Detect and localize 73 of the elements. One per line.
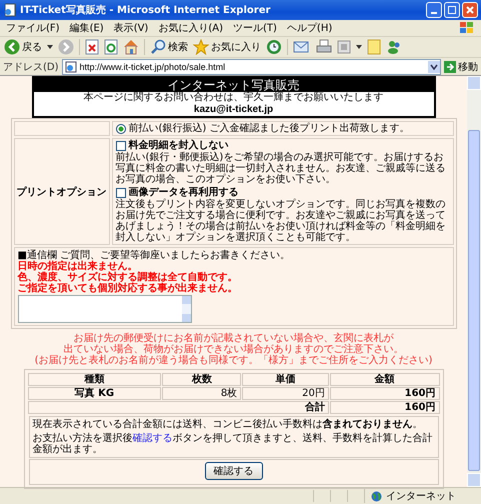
print-icon[interactable] — [316, 39, 332, 55]
table-cell: 20円 — [242, 387, 329, 400]
contact-text: 本ページに関するお問い合わせは、宇久一輝までお願いいたします — [82, 92, 384, 104]
page-title: インターネット写真販売 — [34, 78, 434, 92]
star-icon — [193, 39, 209, 55]
delivery-notice: (お届け先と表札のお名前が違う場合も同様です。「様方」までご住所をご入力ください) — [34, 355, 432, 366]
refresh-icon[interactable] — [104, 39, 118, 55]
go-button[interactable]: 移動 — [444, 60, 478, 74]
window-title: IT-Ticket写真販売 - Microsoft Internet Explorer — [20, 4, 270, 17]
menu-item[interactable]: ヘルプ(H) — [286, 21, 332, 35]
home-icon[interactable] — [123, 39, 139, 55]
checkbox[interactable] — [116, 188, 126, 198]
messenger-icon[interactable] — [386, 39, 402, 55]
warning-text: ご指定を頂いても個別対応する事が出来ません。 — [18, 283, 238, 294]
zone-label: インターネット — [386, 490, 456, 503]
checkbox[interactable] — [116, 141, 126, 151]
radio-button[interactable] — [116, 124, 126, 134]
address-label: アドレス(D) — [3, 60, 59, 74]
column-header: 枚数 — [162, 373, 242, 386]
maximize-icon — [448, 6, 456, 14]
search-button[interactable]: 検索 — [150, 39, 188, 55]
option-description: 前払い(銀行・郵便振込)をご希望の場合のみ選択可能です。お届けするお写真に料金の書いた明細は一切封入されません。お友達、ご親戚等に送るお写真の場合、このオプションをお使い下さい。 — [116, 152, 446, 185]
confirm-button[interactable]: 確認する — [204, 462, 262, 480]
option-description: 注文後もプリント内容を変更しないオプションです。同じお写真を複数のお届け先でご注文する場合に便利です。お友達やご親戚にお写真を送ってあげましょう！その場合は前払いをお使い頂ければ料金等の「料金明細を封入しない」オプションを選択頂くことも可能です。 — [116, 199, 446, 243]
summary-instruction: お支払い方法を選択後確認するボタンを押して頂きますと、送料、手数料を計算した合計金額が出ます。 — [32, 433, 434, 455]
table-cell: 写真 KG — [28, 387, 162, 400]
delivery-notice: お届け先の郵便受けにお名前が記載されていない場合や、玄関に表札が — [72, 333, 394, 344]
contact-email: kazu@it-ticket.jp — [192, 104, 274, 116]
go-arrow-icon — [444, 60, 456, 72]
page-scrollbar[interactable] — [467, 76, 481, 487]
maximize-button[interactable] — [444, 2, 460, 18]
menu-item[interactable]: 編集(E) — [70, 21, 104, 35]
column-header: 種類 — [28, 373, 162, 386]
history-icon[interactable] — [266, 39, 282, 55]
option-label: プリントオプション — [16, 185, 106, 198]
column-header: 単価 — [242, 373, 329, 386]
dropdown-arrow-icon[interactable] — [47, 45, 53, 49]
minimize-button[interactable] — [426, 2, 442, 18]
menu-item[interactable]: ファイル(F) — [6, 21, 60, 35]
back-button[interactable]: 戻る — [4, 39, 42, 55]
menu-item[interactable]: 表示(V) — [114, 21, 148, 35]
page-icon — [64, 60, 77, 72]
menu-item[interactable]: ツール(T) — [233, 21, 277, 35]
warning-text: 日時の指定は出来ません。 — [18, 261, 138, 272]
total-amount: 160円 — [330, 401, 440, 414]
column-header: 金額 — [330, 373, 440, 386]
total-label: 合計 — [28, 401, 329, 414]
warning-text: 色、濃度、サイズに対する調整は全て自動です。 — [18, 272, 238, 283]
payment-note: ご入金確認ました後プリント出荷致します。 — [209, 123, 410, 134]
option-title: 画像データを再利用する — [128, 187, 238, 198]
table-cell: 8枚 — [162, 387, 242, 400]
message-prompt: ■通信欄 ご質問、ご要望等御座いましたらお書きください。 — [18, 250, 292, 261]
summary-note: 現在表示されている合計金額には送料、コンビニ後払い手数料は含まれておりません。 — [32, 419, 424, 430]
globe-icon — [371, 490, 382, 502]
message-textarea[interactable] — [18, 295, 192, 323]
close-icon — [466, 6, 474, 14]
menu-item[interactable]: お気に入り(A) — [158, 21, 223, 35]
option-title: 料金明細を封入しない — [128, 140, 228, 152]
scrollbar[interactable] — [182, 296, 190, 322]
page-icon — [3, 3, 17, 17]
mail-icon[interactable] — [293, 40, 311, 54]
dropdown-arrow-icon[interactable] — [356, 45, 362, 49]
close-button[interactable] — [462, 2, 478, 18]
edit-icon[interactable] — [337, 40, 351, 54]
search-icon — [150, 39, 166, 55]
confirm-link[interactable]: 確認する — [132, 433, 172, 444]
radio-label: 前払い(銀行振込) — [128, 123, 206, 134]
delivery-notice: 出ていない場合、荷物がお届けできない場合がありますのでご注意下さい。 — [62, 344, 404, 355]
favorites-button[interactable]: お気に入り — [193, 39, 261, 55]
windows-logo-icon — [459, 21, 475, 35]
table-cell: 160円 — [330, 387, 440, 400]
address-field[interactable]: http://www.it-ticket.jp/photo/sale.html — [62, 58, 441, 74]
stop-icon[interactable] — [85, 39, 99, 55]
